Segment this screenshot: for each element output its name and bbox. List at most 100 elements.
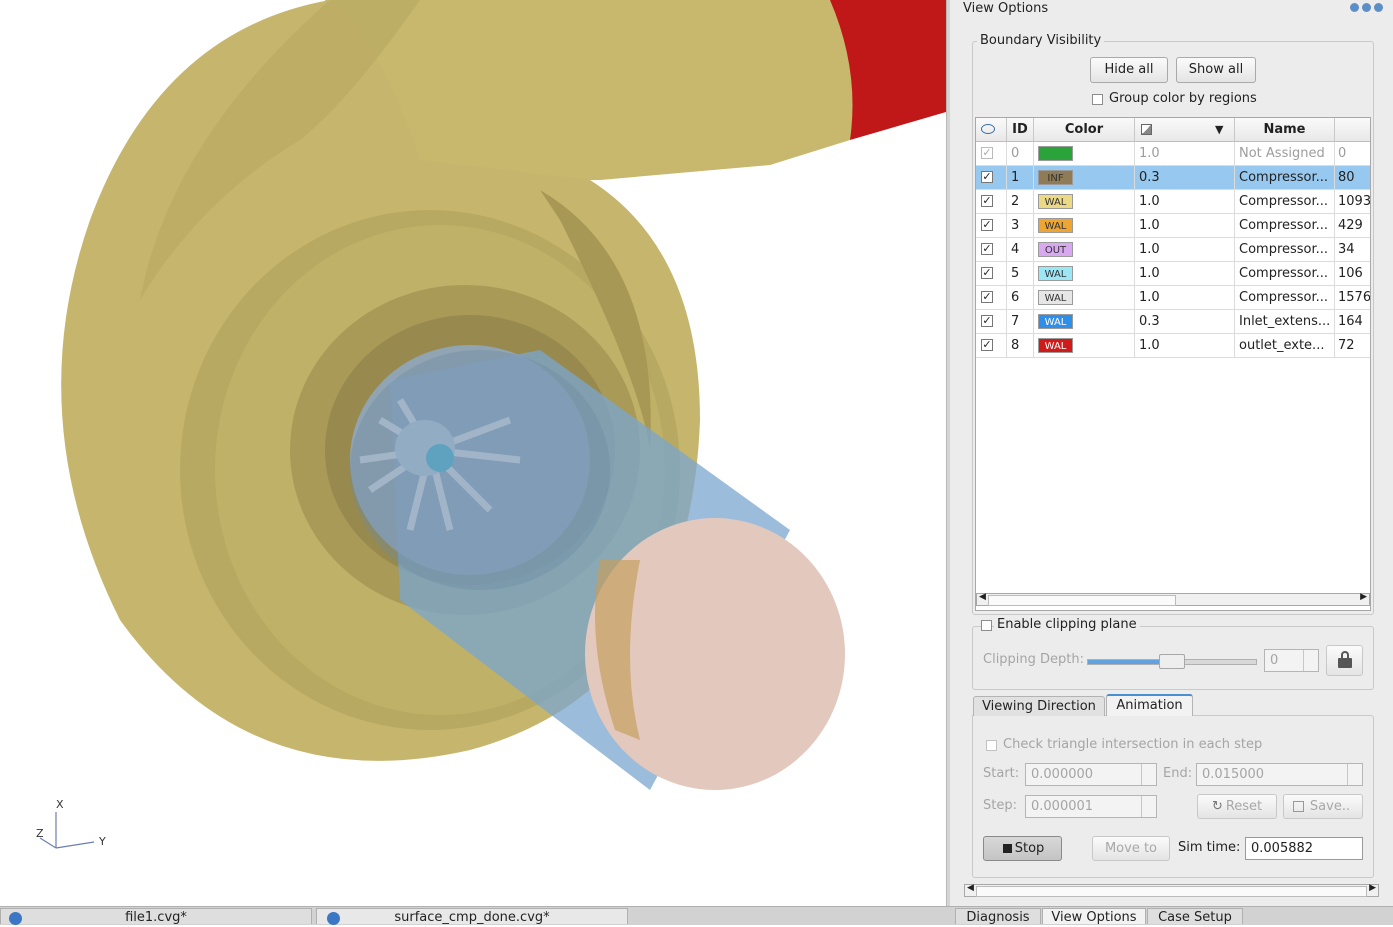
row-opacity-cell[interactable]: 1.0 [1135,214,1235,237]
color-swatch[interactable]: OUT [1038,242,1073,257]
table-row[interactable]: ✓ 8 WAL 1.0 outlet_exte... 72 [976,334,1370,358]
color-swatch[interactable]: WAL [1038,314,1073,329]
color-swatch[interactable]: WAL [1038,218,1073,233]
row-color-cell[interactable]: WAL [1034,286,1135,309]
scrollbar-thumb[interactable] [988,595,1176,606]
row-opacity-cell[interactable]: 1.0 [1135,238,1235,261]
sim-time-input[interactable]: 0.005882 [1245,837,1363,860]
color-swatch[interactable]: INF [1038,170,1073,185]
row-visibility-checkbox[interactable]: ✓ [981,219,993,231]
boundary-table[interactable]: ID Color ▼ Name ✓ 0 1.0 Not Assigned 0 ✓ 1 INF 0… [975,117,1371,611]
panel-scroll-right-icon[interactable]: ▶ [1369,883,1376,893]
color-swatch[interactable] [1038,146,1073,161]
group-color-checkbox[interactable] [1092,94,1103,105]
row-opacity-cell[interactable]: 1.0 [1135,142,1235,165]
row-visibility-checkbox[interactable]: ✓ [981,243,993,255]
row-visibility-checkbox[interactable]: ✓ [981,291,993,303]
row-visibility-cell: ✓ [976,214,1007,237]
file-icon [9,912,22,925]
restore-icon[interactable] [1362,3,1371,12]
compressor-model[interactable]: X Y Z [0,0,946,906]
row-opacity-cell[interactable]: 1.0 [1135,286,1235,309]
end-spinner-buttons[interactable] [1347,764,1362,785]
start-input[interactable]: 0.000000 [1025,763,1157,786]
scroll-left-icon[interactable]: ◀ [979,592,986,602]
move-to-button[interactable]: Move to [1092,836,1170,861]
row-visibility-cell: ✓ [976,142,1007,165]
color-swatch[interactable]: WAL [1038,290,1073,305]
panel-scroll-left-icon[interactable]: ◀ [967,883,974,893]
row-opacity-cell[interactable]: 1.0 [1135,262,1235,285]
row-count-cell: 164 [1338,314,1363,329]
table-row[interactable]: ✓ 3 WAL 1.0 Compressor... 429 [976,214,1370,238]
row-opacity-cell[interactable]: 0.3 [1135,310,1235,333]
row-visibility-checkbox[interactable]: ✓ [981,195,993,207]
row-opacity-cell[interactable]: 0.3 [1135,166,1235,189]
row-color-cell[interactable]: WAL [1034,310,1135,333]
check-intersection-checkbox[interactable] [986,740,997,751]
3d-viewport[interactable]: X Y Z [0,0,946,906]
row-opacity-cell[interactable]: 1.0 [1135,190,1235,213]
table-row[interactable]: ✓ 4 OUT 1.0 Compressor... 34 [976,238,1370,262]
tab-case-setup[interactable]: Case Setup [1147,908,1243,925]
tab-diagnosis[interactable]: Diagnosis [955,908,1041,925]
chevron-down-icon[interactable]: ▼ [1215,118,1223,141]
show-all-button[interactable]: Show all [1176,57,1256,83]
clipping-depth-value: 0 [1270,653,1279,668]
reset-button[interactable]: ↻ Reset [1197,794,1277,819]
row-visibility-checkbox[interactable]: ✓ [981,339,993,351]
save-button[interactable]: Save.. [1283,794,1363,819]
slider-handle[interactable] [1159,654,1185,669]
hide-all-button[interactable]: Hide all [1090,57,1168,83]
row-opacity-cell[interactable]: 1.0 [1135,334,1235,357]
col-color-header[interactable]: Color [1034,118,1135,142]
end-input[interactable]: 0.015000 [1196,763,1363,786]
start-spinner-buttons[interactable] [1141,764,1156,785]
col-opacity-header[interactable]: ▼ [1135,118,1235,142]
row-color-cell[interactable]: WAL [1034,334,1135,357]
axes-triad [39,812,95,849]
row-color-cell[interactable] [1034,142,1135,165]
close-icon[interactable] [1374,3,1383,12]
scroll-right-icon[interactable]: ▶ [1360,592,1367,602]
reset-icon: ↻ [1212,799,1223,814]
table-row[interactable]: ✓ 5 WAL 1.0 Compressor... 106 [976,262,1370,286]
lock-button[interactable] [1326,645,1363,676]
row-visibility-checkbox[interactable]: ✓ [981,171,993,183]
row-color-cell[interactable]: WAL [1034,190,1135,213]
row-color-cell[interactable]: OUT [1034,238,1135,261]
table-row[interactable]: ✓ 6 WAL 1.0 Compressor... 1576 [976,286,1370,310]
col-count-header[interactable] [1335,118,1370,142]
table-row[interactable]: ✓ 0 1.0 Not Assigned 0 [976,142,1370,166]
panel-hscrollbar[interactable]: ◀ ▶ [964,883,1379,897]
color-swatch[interactable]: WAL [1038,338,1073,353]
col-visibility-header[interactable] [976,118,1007,142]
float-icon[interactable] [1350,3,1359,12]
table-row[interactable]: ✓ 1 INF 0.3 Compressor... 80 [976,166,1370,190]
panel-scrollbar-thumb[interactable] [976,886,1367,897]
color-swatch[interactable]: WAL [1038,266,1073,281]
step-spinner-buttons[interactable] [1141,796,1156,817]
col-name-header[interactable]: Name [1235,118,1335,142]
stop-button[interactable]: Stop [983,836,1062,861]
row-color-cell[interactable]: WAL [1034,214,1135,237]
row-color-cell[interactable]: WAL [1034,262,1135,285]
tab-viewing-direction[interactable]: Viewing Direction [973,696,1105,716]
row-visibility-checkbox[interactable]: ✓ [981,147,993,159]
row-visibility-checkbox[interactable]: ✓ [981,267,993,279]
tab-surface-cmp-done[interactable]: surface_cmp_done.cvg* [316,908,628,925]
step-input[interactable]: 0.000001 [1025,795,1157,818]
table-row[interactable]: ✓ 7 WAL 0.3 Inlet_extens... 164 [976,310,1370,334]
table-row[interactable]: ✓ 2 WAL 1.0 Compressor... 1093 [976,190,1370,214]
row-color-cell[interactable]: INF [1034,166,1135,189]
row-visibility-checkbox[interactable]: ✓ [981,315,993,327]
tab-animation[interactable]: Animation [1106,694,1193,716]
depth-spinner-buttons[interactable] [1303,650,1318,671]
tab-file1[interactable]: file1.cvg* [0,908,312,925]
color-swatch[interactable]: WAL [1038,194,1073,209]
clipping-depth-input[interactable]: 0 [1264,649,1319,672]
table-hscrollbar[interactable]: ◀ ▶ [976,592,1370,606]
col-id-header[interactable]: ID [1007,118,1034,142]
enable-clipping-checkbox[interactable] [981,620,992,631]
tab-view-options[interactable]: View Options [1042,908,1146,925]
